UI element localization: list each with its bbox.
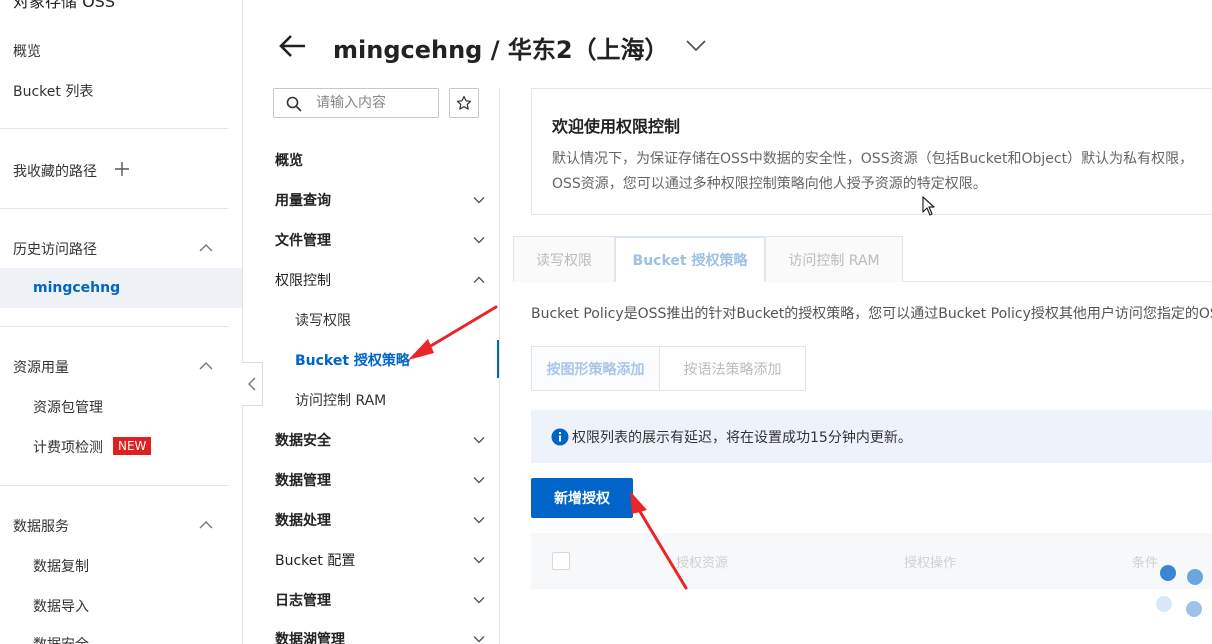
sidebar-collapse-button[interactable] [242, 362, 263, 406]
star-icon [456, 95, 472, 110]
chevron-down-icon[interactable] [472, 593, 486, 607]
search-icon [286, 96, 302, 112]
chevron-up-icon[interactable] [472, 273, 486, 287]
chevron-down-icon[interactable] [472, 632, 486, 644]
sidebar-item-favorites[interactable]: 我收藏的路径 [13, 161, 97, 181]
new-badge: NEW [113, 437, 152, 455]
menu-subitem-ram[interactable]: 访问控制 RAM [295, 390, 386, 410]
chevron-down-icon[interactable] [472, 193, 486, 207]
welcome-description: 默认情况下，为保证存储在OSS中数据的安全性，OSS资源（包括Bucket和Ob… [552, 151, 1194, 192]
select-all-checkbox[interactable] [552, 552, 570, 570]
sidebar-item-resource-pkg[interactable]: 资源包管理 [33, 397, 103, 417]
menu-active-indicator [497, 340, 499, 378]
page-title: mingcehng / 华东2（上海） [333, 36, 669, 64]
notice-text: 权限列表的展示有延迟，将在设置成功15分钟内更新。 [572, 430, 912, 446]
menu-item-data-management[interactable]: 数据管理 [275, 470, 331, 490]
menu-subitem-bucket-policy[interactable]: Bucket 授权策略 [295, 350, 410, 370]
sidebar-item-history-mingcehng[interactable]: mingcehng [33, 280, 120, 296]
menu-item-data-lake[interactable]: 数据湖管理 [275, 629, 345, 644]
menu-search-box [273, 88, 439, 118]
sidebar-item-billing-check[interactable]: 计费项检测 [33, 437, 103, 457]
menu-item-bucket-config[interactable]: Bucket 配置 [275, 550, 355, 570]
loading-spinner-icon [1156, 565, 1203, 617]
sidebar-item-data-security[interactable]: 数据安全 [33, 634, 89, 644]
chevron-up-icon[interactable] [198, 240, 214, 256]
policy-description: Bucket Policy是OSS推出的针对Bucket的授权策略，您可以通过B… [531, 306, 1212, 322]
back-arrow-icon[interactable] [277, 30, 309, 62]
global-sidebar: 对象存储 OSS 概览 Bucket 列表 我收藏的路径 历史访问路径 ming… [0, 0, 243, 644]
graphic-policy-button[interactable]: 按图形策略添加 [531, 346, 660, 391]
annotation-arrow-menu [408, 305, 498, 360]
tab-read-write[interactable]: 读写权限 [513, 236, 615, 282]
welcome-title: 欢迎使用权限控制 [552, 117, 681, 136]
sidebar-section-data-services[interactable]: 数据服务 [13, 516, 69, 536]
tab-ram[interactable]: 访问控制 RAM [765, 236, 903, 282]
menu-item-data-processing[interactable]: 数据处理 [275, 510, 331, 530]
chevron-down-icon[interactable] [472, 433, 486, 447]
menu-item-data-security[interactable]: 数据安全 [275, 430, 331, 450]
chevron-left-icon [248, 377, 256, 391]
welcome-card: 欢迎使用权限控制 默认情况下，为保证存储在OSS中数据的安全性，OSS资源（包括… [531, 88, 1212, 215]
mouse-cursor-icon [922, 196, 935, 216]
divider [0, 128, 228, 129]
notice-banner: 权限列表的展示有延迟，将在设置成功15分钟内更新。 [531, 410, 1212, 463]
sidebar-section-history[interactable]: 历史访问路径 [13, 239, 97, 259]
sidebar-item-bucket-list[interactable]: Bucket 列表 [13, 81, 93, 101]
divider [0, 208, 228, 209]
menu-item-access-control[interactable]: 权限控制 [275, 270, 331, 290]
plus-icon[interactable] [114, 161, 130, 177]
chevron-up-icon[interactable] [198, 517, 214, 533]
menu-item-overview[interactable]: 概览 [275, 150, 303, 170]
sidebar-item-overview[interactable]: 概览 [13, 41, 41, 61]
menu-search-input[interactable] [316, 93, 434, 113]
tab-bucket-policy[interactable]: Bucket 授权策略 [615, 236, 765, 282]
divider [0, 485, 228, 486]
menu-subitem-read-write[interactable]: 读写权限 [295, 310, 351, 330]
sidebar-item-data-replication[interactable]: 数据复制 [33, 556, 89, 576]
menu-item-usage[interactable]: 用量查询 [275, 190, 331, 210]
chevron-down-icon[interactable] [472, 513, 486, 527]
syntax-policy-button[interactable]: 按语法策略添加 [659, 346, 806, 391]
column-header-resource: 授权资源 [676, 556, 729, 571]
chevron-down-icon[interactable] [472, 473, 486, 487]
policy-tabs: 读写权限 Bucket 授权策略 访问控制 RAM [513, 236, 1212, 282]
sidebar-section-resources[interactable]: 资源用量 [13, 357, 69, 377]
divider [0, 326, 228, 327]
menu-item-logs[interactable]: 日志管理 [275, 590, 331, 610]
info-icon [551, 428, 569, 446]
chevron-up-icon[interactable] [198, 358, 214, 374]
menu-item-file-management[interactable]: 文件管理 [275, 230, 331, 250]
column-header-actions: 授权操作 [904, 556, 957, 571]
policy-table-header: 授权资源 授权操作 条件 [531, 533, 1212, 589]
menu-divider [499, 88, 500, 644]
chevron-down-icon[interactable] [472, 553, 486, 567]
add-authorization-button[interactable]: 新增授权 [531, 478, 633, 518]
sidebar-item-data-import[interactable]: 数据导入 [33, 596, 89, 616]
chevron-down-icon[interactable] [684, 35, 708, 55]
app-title: 对象存储 OSS [13, 0, 115, 11]
favorite-button[interactable] [449, 88, 479, 118]
chevron-down-icon[interactable] [472, 233, 486, 247]
